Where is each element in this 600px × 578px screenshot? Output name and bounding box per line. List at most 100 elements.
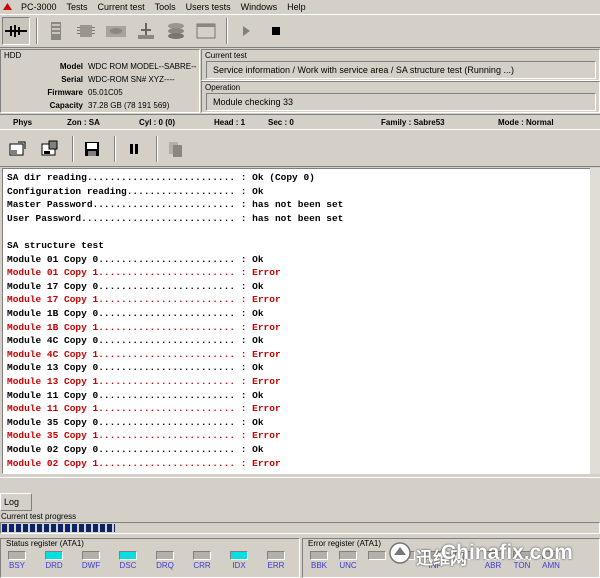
log-line: Module 17 Copy 1........................… [7, 294, 281, 306]
menu-windows[interactable]: Windows [236, 0, 283, 14]
floppy-icon [85, 141, 99, 156]
hdd-model-label: Model [59, 62, 83, 71]
register-flag-bbk: BBK [309, 551, 329, 572]
drive-icon [51, 22, 61, 40]
menu-current-test[interactable]: Current test [93, 0, 150, 14]
play-icon [243, 26, 250, 36]
drive-button[interactable] [42, 17, 70, 45]
menu-tools[interactable]: Tools [150, 0, 181, 14]
window-button[interactable] [192, 17, 220, 45]
operation-title: Operation [205, 83, 241, 92]
register-flag-label: DRD [45, 561, 63, 570]
register-flag-label: DSC [119, 561, 137, 570]
register-led [156, 551, 174, 560]
log-line: Module 4C Copy 0........................… [7, 335, 264, 347]
log-vertical-scrollbar[interactable] [590, 168, 600, 474]
register-led [8, 551, 26, 560]
hdd-serial-label: Serial [61, 75, 83, 84]
log-text-area[interactable]: SA dir reading..........................… [2, 168, 600, 474]
pause-icon [130, 143, 138, 154]
register-flag-unc: UNC [338, 551, 358, 572]
hdd-firmware-value: 05.01C05 [88, 88, 123, 97]
log-line: User Password...........................… [7, 212, 344, 224]
register-flag-bsy: BSY [7, 551, 27, 572]
hdd-firmware-row: Firmware 05.01C05 [1, 87, 201, 99]
save-folder-icon [41, 140, 58, 155]
log-tab-strip: Log [0, 477, 600, 511]
stop-icon [272, 27, 280, 35]
stop-button[interactable] [262, 17, 290, 45]
register-flag-label: CRR [193, 561, 211, 570]
log-line: SA dir reading..........................… [7, 172, 315, 183]
current-test-panel: Current test Service information / Work … [201, 49, 600, 81]
hdd-capacity-row: Capacity 37.28 GB (78 191 569) [1, 100, 201, 112]
hdd-capacity-label: Capacity [49, 101, 83, 110]
menu-tests[interactable]: Tests [62, 0, 93, 14]
copy-button[interactable] [162, 135, 190, 163]
register-flag-drq: DRQ [155, 551, 175, 572]
run-button[interactable] [232, 17, 260, 45]
register-led [339, 551, 357, 560]
main-toolbar [0, 14, 600, 48]
hdd-serial-value: WDC-ROM SN# XYZ---- [88, 75, 175, 84]
operation-panel: Operation Module checking 33 [201, 81, 600, 113]
register-flag-label: BBK [310, 561, 327, 570]
register-flag-blank [367, 551, 387, 560]
save-log-button[interactable] [36, 135, 64, 163]
hdd-model-row: Model WDC ROM MODEL--SABRE-- [1, 61, 201, 73]
log-line: Configuration reading...................… [7, 185, 264, 197]
log-line: Module 01 Copy 0........................… [7, 253, 264, 265]
menu-users-tests[interactable]: Users tests [181, 0, 236, 14]
disk-stack-icon [168, 23, 184, 39]
progress-fill [2, 524, 116, 532]
toolbar-separator [36, 18, 38, 44]
current-test-title: Current test [205, 51, 247, 60]
menu-pc3000[interactable]: PC-3000 [16, 0, 62, 14]
pause-button[interactable] [120, 135, 148, 163]
menu-bar: PC-3000 Tests Current test Tools Users t… [0, 0, 600, 14]
chip-button[interactable] [72, 17, 100, 45]
register-flag-label: DWF [81, 561, 101, 570]
toolbar-separator [226, 18, 228, 44]
register-flag-label: DRQ [156, 561, 174, 570]
log-line: Module 02 Copy 1........................… [7, 457, 281, 469]
heads-button[interactable] [132, 17, 160, 45]
log-line: Module 01 Copy 1........................… [7, 267, 281, 279]
head-map-button[interactable] [2, 17, 30, 45]
heads-icon [138, 23, 154, 39]
watermark-en: Chinafix.com [441, 541, 573, 564]
cylinder-value: Cyl : 0 (0) [139, 118, 176, 127]
menu-help[interactable]: Help [282, 0, 311, 14]
sector-value: Sec : 0 [268, 118, 294, 127]
log-line: Module 13 Copy 1........................… [7, 376, 281, 387]
save-button[interactable] [78, 135, 106, 163]
hdd-model-value: WDC ROM MODEL--SABRE-- [88, 62, 197, 71]
register-flag-label: BSY [8, 561, 25, 570]
open-folder-icon [9, 141, 26, 155]
head-map-icon [5, 25, 27, 37]
register-led [230, 551, 248, 560]
progress-bar [0, 522, 600, 534]
register-flag-crr: CRR [192, 551, 212, 572]
toolbar-separator [114, 135, 116, 162]
log-line: Module 11 Copy 1........................… [7, 403, 281, 415]
register-led [310, 551, 328, 560]
toolbar-separator [156, 135, 158, 162]
register-led [267, 551, 285, 560]
open-log-button[interactable] [4, 135, 32, 163]
tab-log[interactable]: Log [0, 493, 32, 511]
register-flag-err: ERR [266, 551, 286, 572]
log-line: Module 13 Copy 0........................… [7, 362, 264, 374]
zone-value: Zon : SA [67, 118, 100, 127]
log-line: Module 4C Copy 1........................… [7, 348, 281, 360]
log-line: Module 1B Copy 0........................… [7, 308, 264, 319]
register-flag-label: ERR [267, 561, 285, 570]
register-led [119, 551, 137, 560]
register-flag-drd: DRD [44, 551, 64, 572]
register-flag-label: UNC [339, 561, 357, 570]
media-button[interactable] [102, 17, 130, 45]
log-toolbar [0, 131, 600, 167]
disk-stack-button[interactable] [162, 17, 190, 45]
hdd-firmware-label: Firmware [47, 88, 83, 97]
app-logo-icon [1, 1, 15, 13]
